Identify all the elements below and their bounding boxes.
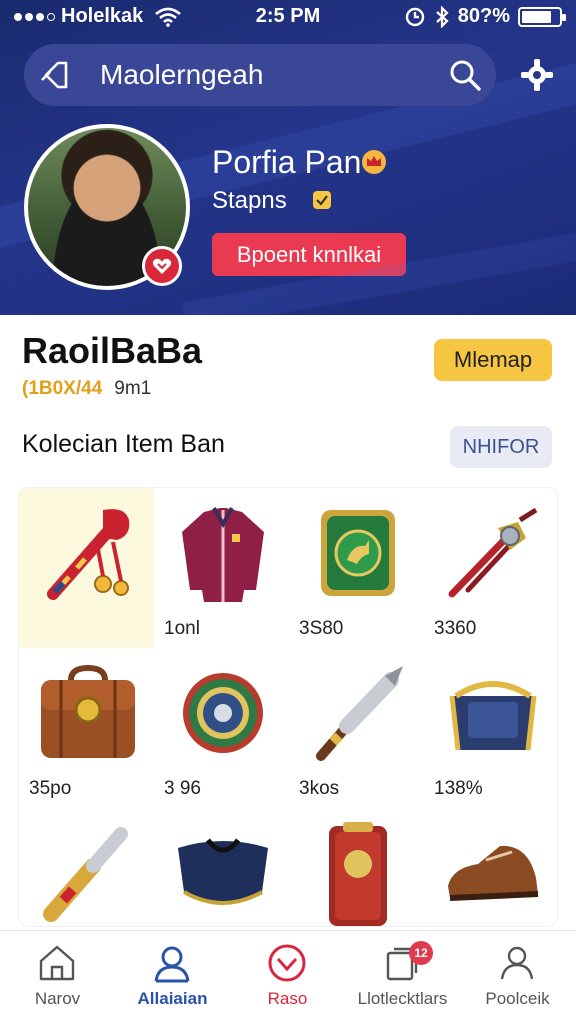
shield-icon xyxy=(183,673,263,753)
nav-label: Allaiaian xyxy=(137,989,208,1008)
crown-icon xyxy=(362,150,386,174)
search-input[interactable]: Maolerngeah xyxy=(100,59,263,91)
profile-icon xyxy=(154,946,190,983)
item-card[interactable] xyxy=(289,808,424,926)
item-card[interactable]: 35po xyxy=(19,648,154,808)
app-screen: Holelkak 2:5 PM 80?% Maolerngeah Porfia … xyxy=(0,0,576,1024)
item-card[interactable]: 3S80 xyxy=(289,488,424,648)
flashlight-icon xyxy=(43,827,128,922)
back-icon[interactable] xyxy=(38,58,72,92)
scarf-medal-icon xyxy=(47,509,130,600)
item-price: 1onl xyxy=(164,618,200,639)
blade-icon xyxy=(448,507,538,598)
section-title: Kolecian Item Ban xyxy=(22,430,225,458)
coin-balance: (1B0X/44 xyxy=(22,378,103,399)
shop-action-button[interactable]: Mlemap xyxy=(434,339,552,381)
item-card[interactable]: 138% xyxy=(424,648,557,808)
shop-distance: 9m1 xyxy=(114,378,152,399)
profile-name: Porfia Pan xyxy=(212,144,362,180)
item-card[interactable] xyxy=(19,808,154,926)
item-price: 138% xyxy=(434,778,483,799)
user-icon xyxy=(500,946,534,980)
nav-label: Poolceik xyxy=(485,989,550,1008)
item-card[interactable]: 1onl xyxy=(154,488,289,648)
jacket-icon xyxy=(182,507,264,602)
bag-icon xyxy=(449,681,537,751)
nav-label: Narov xyxy=(34,989,81,1008)
section-info-button[interactable]: NHIFOR xyxy=(450,426,552,468)
status-right: 80?% xyxy=(404,5,566,28)
settings-icon[interactable] xyxy=(518,56,556,94)
item-card[interactable]: 3 96 xyxy=(154,648,289,808)
heart-icon xyxy=(268,944,306,982)
shop-title: RaoilBaBa xyxy=(22,330,203,371)
card-icon xyxy=(321,510,395,596)
profile-action-button[interactable]: Bpoent knnlkai xyxy=(212,233,406,276)
nav-favorites[interactable]: Raso xyxy=(230,931,345,1024)
search-bar[interactable]: Maolerngeah xyxy=(24,44,496,106)
nav-home[interactable]: Narov xyxy=(0,931,115,1024)
bottom-nav: Narov Allaiaian Raso 12 Llotlecktlars Po… xyxy=(0,930,576,1024)
collar-icon xyxy=(178,838,268,905)
battery-percent: 80?% xyxy=(457,5,510,27)
item-price: 3360 xyxy=(434,618,477,639)
notification-badge: 12 xyxy=(409,941,433,965)
avatar-badge-heart-icon xyxy=(142,246,182,286)
item-price: 3S80 xyxy=(299,618,344,639)
bluetooth-icon xyxy=(436,5,449,28)
shop-meta: (1B0X/44 9m1 xyxy=(22,378,151,400)
item-price: 3 96 xyxy=(164,778,201,799)
verified-icon xyxy=(313,191,331,209)
briefcase-icon xyxy=(41,664,135,758)
item-card[interactable] xyxy=(424,808,557,926)
item-price: 35po xyxy=(29,778,72,799)
shoe-icon xyxy=(448,845,539,901)
item-card[interactable] xyxy=(19,488,154,648)
profile-header: Holelkak 2:5 PM 80?% Maolerngeah Porfia … xyxy=(0,0,576,315)
nav-collection[interactable]: 12 Llotlecktlars xyxy=(345,931,460,1024)
item-card[interactable]: 3kos xyxy=(289,648,424,808)
item-price: 3kos xyxy=(299,778,340,799)
status-bar: Holelkak 2:5 PM 80?% xyxy=(0,0,576,34)
profile-status: Stapns xyxy=(212,187,287,214)
item-card[interactable] xyxy=(154,808,289,926)
cabinet-icon xyxy=(329,822,387,926)
alarm-icon xyxy=(405,7,424,26)
nav-label: Llotlecktlars xyxy=(357,989,448,1008)
torch-icon xyxy=(316,666,403,761)
nav-profile[interactable]: Allaiaian xyxy=(115,931,230,1024)
item-card[interactable]: 3360 xyxy=(424,488,557,648)
battery-icon xyxy=(518,6,566,27)
search-icon[interactable] xyxy=(448,58,482,92)
nav-user[interactable]: Poolceik xyxy=(460,931,575,1024)
item-grid: 1onl 3S80 3360 35po 3 96 3kos 138% xyxy=(18,487,558,927)
home-icon xyxy=(39,945,75,981)
nav-label: Raso xyxy=(267,989,308,1008)
